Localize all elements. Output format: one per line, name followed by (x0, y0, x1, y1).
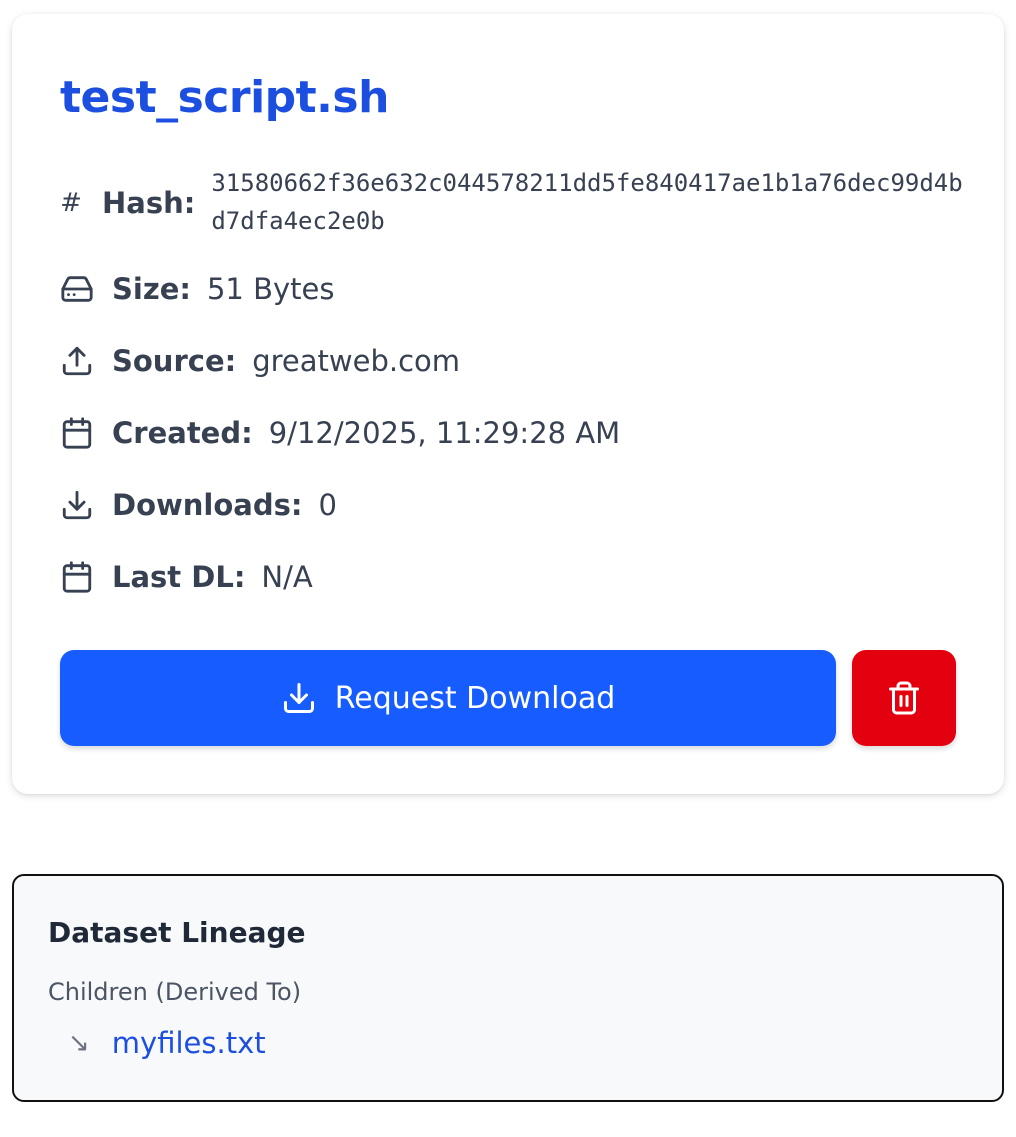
created-label: Created: (112, 416, 253, 450)
upload-icon (60, 344, 94, 378)
created-value: 9/12/2025, 11:29:28 AM (268, 416, 621, 450)
size-row: Size: 51 Bytes (60, 272, 334, 306)
last-dl-value: N/A (261, 560, 313, 594)
source-label: Source: (112, 344, 237, 378)
source-row: Source: greatweb.com (60, 344, 460, 378)
hash-label: Hash: (102, 186, 196, 220)
hash-value: 31580662f36e632c044578211dd5fe840417ae1b… (211, 169, 963, 235)
child-file-link[interactable]: myfiles.txt (112, 1026, 266, 1060)
last-dl-label: Last DL: (112, 560, 246, 594)
calendar-icon (60, 416, 94, 450)
calendar-icon (60, 560, 94, 594)
arrow-down-right-icon: ↘ (68, 1028, 90, 1058)
request-download-button[interactable]: Request Download (60, 650, 836, 746)
downloads-value: 0 (318, 488, 337, 522)
size-value: 51 Bytes (206, 272, 335, 306)
hash-icon: # (60, 188, 82, 218)
hash-row: # Hash: 31580662f36e632c044578211dd5fe84… (60, 166, 971, 240)
file-card: test_script.sh # Hash: 31580662f36e632c0… (12, 14, 1004, 794)
dataset-lineage-panel: Dataset Lineage Children (Derived To) ↘ … (12, 874, 1004, 1102)
lineage-title: Dataset Lineage (48, 916, 306, 949)
created-row: Created: 9/12/2025, 11:29:28 AM (60, 416, 620, 450)
children-label: Children (Derived To) (48, 978, 302, 1006)
download-icon (281, 680, 317, 716)
last-dl-row: Last DL: N/A (60, 560, 313, 594)
downloads-label: Downloads: (112, 488, 303, 522)
file-title: test_script.sh (60, 72, 389, 123)
lineage-child-item: ↘ myfiles.txt (68, 1026, 266, 1060)
downloads-row: Downloads: 0 (60, 488, 337, 522)
hard-drive-icon (60, 272, 94, 306)
source-value: greatweb.com (252, 344, 461, 378)
size-label: Size: (112, 272, 191, 306)
download-icon (60, 488, 94, 522)
trash-icon (886, 680, 922, 716)
delete-button[interactable] (852, 650, 956, 746)
request-download-label: Request Download (334, 680, 616, 716)
